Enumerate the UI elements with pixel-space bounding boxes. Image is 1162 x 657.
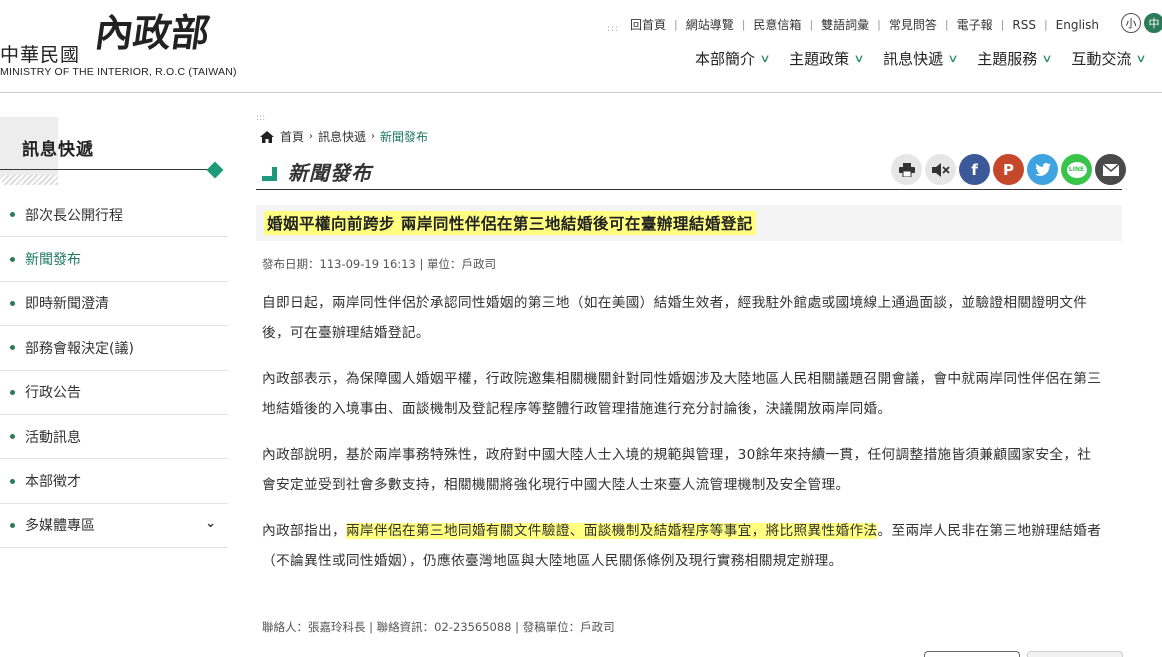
breadcrumb: 首頁 › 訊息快遞 › 新聞發布 [260, 128, 428, 145]
chevron-right-icon: › [371, 131, 376, 142]
diamond-icon [206, 161, 224, 179]
sidebar-item-label: 行政公告 [25, 385, 81, 402]
nav-label: 互動交流 [1071, 50, 1132, 68]
plurk-icon[interactable]: P [993, 154, 1024, 185]
breadcrumb-home[interactable]: 首頁 [280, 128, 304, 145]
highlighted-text: 兩岸伴侶在第三地同婚有關文件驗證、面談機制及結婚程序等事宜，將比照異性婚作法 [345, 523, 878, 539]
article-title-box: 婚姻平權向前跨步 兩岸同性伴侶在第三地結婚後可在臺辦理結婚登記 [256, 205, 1122, 241]
sidebar-item-label: 多媒體專區 [25, 518, 95, 535]
email-icon[interactable] [1095, 154, 1126, 185]
sidebar-item-meeting-decisions[interactable]: 部務會報決定(議) [0, 326, 228, 371]
bullet-icon [10, 345, 15, 351]
logo-moi-calligraphy[interactable]: 內政部 [92, 2, 214, 57]
sidebar-item-press-release[interactable]: 新聞發布 [0, 237, 228, 282]
accesskey-dots: ::: [256, 113, 266, 123]
article-meta: 發布日期：113-09-19 16:13 | 單位：戶政司 [262, 257, 496, 271]
sidebar-title: 訊息快遞 [22, 140, 94, 160]
mute-sound-icon[interactable] [925, 154, 956, 185]
home-icon[interactable] [260, 130, 274, 143]
logo-roc-text[interactable]: 中華民國 [0, 40, 80, 67]
sidebar-item-label: 部務會報決定(議) [25, 340, 134, 357]
nav-policy[interactable]: 主題政策 ∨ [789, 48, 865, 69]
nav-interaction[interactable]: 互動交流 ∨ [1071, 48, 1148, 69]
chevron-down-icon: ∨ [947, 52, 959, 65]
logo-english-text[interactable]: MINISTRY OF THE INTERIOR, R.O.C (TAIWAN) [0, 66, 237, 78]
main-nav: 本部簡介 ∨ 主題政策 ∨ 訊息快遞 ∨ 主題服務 ∨ 互動交流 ∨ [695, 48, 1162, 69]
sidebar-item-label: 即時新聞澄清 [25, 296, 109, 313]
nav-services[interactable]: 主題服務 ∨ [977, 48, 1053, 69]
article-paragraph-2: 內政部表示，為保障國人婚姻平權，行政院邀集相關機關針對同性婚姻涉及大陸地區人民相… [262, 371, 1102, 417]
chevron-right-icon: › [309, 131, 314, 142]
chevron-down-icon: ∨ [1135, 52, 1148, 65]
nav-news[interactable]: 訊息快遞 ∨ [883, 48, 959, 69]
twitter-icon[interactable] [1027, 154, 1058, 185]
line-icon-label: LINE [1066, 161, 1087, 178]
breadcrumb-current[interactable]: 新聞發布 [380, 128, 428, 145]
print-icon[interactable] [891, 154, 922, 185]
sidebar-item-events[interactable]: 活動訊息 [0, 415, 228, 460]
sidebar-item-label: 部次長公開行程 [25, 207, 123, 224]
bullet-icon [10, 300, 15, 306]
nav-label: 訊息快遞 [883, 50, 944, 68]
font-size-small-button[interactable]: 小 [1121, 13, 1141, 33]
sidebar-item-announcements[interactable]: 行政公告 [0, 371, 228, 415]
expand-chevron-icon[interactable]: ⌄ [205, 516, 216, 531]
site-header: 中華民國 內政部 MINISTRY OF THE INTERIOR, R.O.C… [0, 0, 1162, 93]
sidebar-item-clarification[interactable]: 即時新聞澄清 [0, 282, 228, 327]
top-link-sitemap[interactable]: 網站導覽 [678, 16, 742, 33]
sidebar-item-label: 活動訊息 [25, 429, 81, 446]
article-title: 婚姻平權向前跨步 兩岸同性伴侶在第三地結婚後可在臺辦理結婚登記 [264, 211, 756, 235]
share-toolbar: f P LINE [891, 154, 1126, 185]
top-link-home[interactable]: 回首頁 [622, 16, 674, 33]
paragraph-text: 內政部指出， [262, 523, 346, 539]
top-utility-links: 回首頁 | 網站導覽 | 民意信箱 | 雙語詞彙 | 常見問答 | 電子報 | RSS | E… [622, 16, 1107, 33]
sidebar-item-recruitment[interactable]: 本部徵才 [0, 459, 228, 504]
bullet-icon [10, 522, 15, 528]
sidebar-item-label: 本部徵才 [25, 474, 81, 491]
sidebar-item-label: 新聞發布 [25, 252, 81, 269]
chevron-down-icon: ∨ [759, 52, 771, 65]
bullet-icon [10, 434, 15, 440]
facebook-icon[interactable]: f [959, 154, 990, 185]
nav-label: 主題政策 [789, 50, 850, 68]
hatch-decoration [2, 175, 58, 185]
top-link-english[interactable]: English [1048, 18, 1107, 32]
sidebar-title-underline [0, 169, 210, 170]
line-icon[interactable]: LINE [1061, 154, 1092, 185]
sidebar-item-multimedia[interactable]: 多媒體專區 ⌄ [0, 504, 228, 549]
top-link-newsletter[interactable]: 電子報 [949, 16, 1001, 33]
top-link-mailbox[interactable]: 民意信箱 [745, 16, 809, 33]
bottom-button-partial[interactable] [1027, 651, 1123, 657]
page-title-row: 新聞發布 f P LINE [256, 153, 1126, 190]
bullet-icon [10, 478, 15, 484]
bullet-icon [10, 256, 15, 262]
top-link-faq[interactable]: 常見問答 [881, 16, 945, 33]
bottom-button-partial[interactable] [924, 651, 1020, 657]
article-paragraph-1: 自即日起，兩岸同性伴侶於承認同性婚姻的第三地（如在美國）結婚生效者，經我駐外館處… [262, 295, 1088, 341]
chevron-down-icon: ∨ [1041, 52, 1053, 65]
top-link-rss[interactable]: RSS [1004, 18, 1044, 32]
breadcrumb-news[interactable]: 訊息快遞 [318, 128, 366, 145]
sidebar-menu: 部次長公開行程 新聞發布 即時新聞澄清 部務會報決定(議) 行政公告 活動訊息 … [0, 193, 228, 549]
title-mark-icon [262, 165, 278, 181]
nav-about[interactable]: 本部簡介 ∨ [695, 48, 771, 69]
bullet-icon [10, 212, 15, 218]
sidebar-item-schedule[interactable]: 部次長公開行程 [0, 193, 228, 238]
article-paragraph-3: 內政部說明，基於兩岸事務特殊性，政府對中國大陸人士入境的規範與管理，30餘年來持… [262, 447, 1092, 493]
font-size-medium-button[interactable]: 中 [1144, 13, 1162, 33]
chevron-down-icon: ∨ [853, 52, 865, 65]
accesskey-dots: ::: [607, 24, 620, 34]
nav-label: 本部簡介 [695, 50, 756, 68]
nav-label: 主題服務 [977, 50, 1038, 68]
bullet-icon [10, 389, 15, 395]
article-paragraph-4: 內政部指出，兩岸伴侶在第三地同婚有關文件驗證、面談機制及結婚程序等事宜，將比照異… [262, 516, 1104, 576]
article-contact: 聯絡人：張嘉玲科長 | 聯絡資訊：02-23565088 | 發稿單位：戶政司 [262, 620, 615, 634]
page-title: 新聞發布 [288, 161, 372, 185]
top-link-glossary[interactable]: 雙語詞彙 [813, 16, 877, 33]
